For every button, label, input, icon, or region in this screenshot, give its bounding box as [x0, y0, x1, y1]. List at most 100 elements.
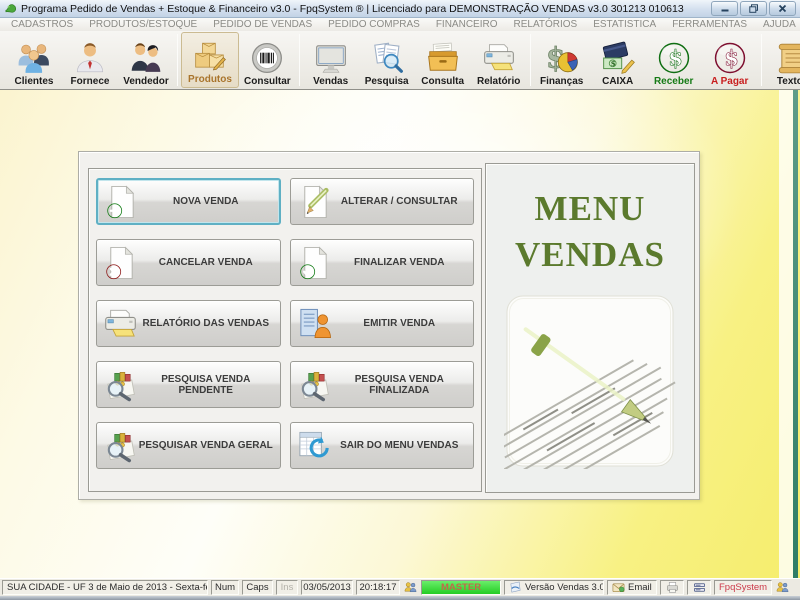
- toolbar-label: Consulta: [421, 76, 464, 87]
- menu-financeiro[interactable]: FINANCEIRO: [428, 19, 506, 30]
- menu-pedido-compras[interactable]: PEDIDO COMPRAS: [320, 19, 428, 30]
- toolbar-group-vendas: Vendas Pesquisa Consulta Relatório: [301, 31, 529, 89]
- toolbar-button-fornece[interactable]: Fornece: [62, 31, 118, 89]
- bottom-window-edge: [0, 596, 800, 600]
- toolbar-label: A Pagar: [711, 76, 748, 87]
- receive-money-icon: [657, 41, 691, 75]
- pesquisa-venda-pendente-button[interactable]: PESQUISA VENDA PENDENTE: [96, 361, 281, 408]
- status-network-button[interactable]: [687, 580, 711, 595]
- toolbar-label: CAIXA: [602, 76, 633, 87]
- panel-title-line1: MENU: [486, 186, 694, 232]
- status-users-icon: [775, 581, 790, 594]
- toolbar-button-vendas[interactable]: Vendas: [303, 31, 359, 89]
- restore-button[interactable]: [740, 1, 767, 16]
- toolbar-group-produtos: Produtos Consultar: [179, 31, 298, 89]
- menu-vendas-panel: NOVA VENDA ALTERAR / CONSULTAR CANCELAR …: [78, 151, 700, 500]
- buttons-grid: NOVA VENDA ALTERAR / CONSULTAR CANCELAR …: [96, 178, 474, 482]
- application-window: Programa Pedido de Vendas + Estoque & Fi…: [0, 0, 800, 600]
- status-location-date: SUA CIDADE - UF 3 de Maio de 2013 - Sext…: [2, 580, 208, 595]
- toolbar-button-pesquisa[interactable]: Pesquisa: [359, 31, 415, 89]
- toolbar-separator: [761, 34, 762, 86]
- menu-pedido-de-vendas[interactable]: PEDIDO DE VENDAS: [205, 19, 320, 30]
- toolbar-button-textos[interactable]: Textos: [765, 31, 800, 89]
- finance-pie-icon: [545, 41, 579, 75]
- toolbar-group-textos: Textos: [763, 31, 800, 89]
- status-caps-lock: Caps: [242, 580, 273, 595]
- toolbar-button-relatorio[interactable]: Relatório: [471, 31, 527, 89]
- right-teal-band: [793, 90, 798, 578]
- printer-icon: [482, 41, 516, 75]
- button-label: ALTERAR / CONSULTAR: [341, 196, 458, 207]
- pen-photo: [504, 293, 676, 469]
- toolbar-button-consulta[interactable]: Consulta: [415, 31, 471, 89]
- toolbar-label: Finanças: [540, 76, 583, 87]
- right-white-band: [779, 90, 793, 578]
- toolbar-label: Textos: [777, 76, 800, 87]
- status-brand: FpqSystem: [714, 580, 772, 595]
- toolbar-button-financas[interactable]: Finanças: [534, 31, 590, 89]
- toolbar-button-a-pagar[interactable]: A Pagar: [702, 31, 758, 89]
- button-label: FINALIZAR VENDA: [354, 257, 445, 268]
- exit-grid-arrow-icon: [297, 428, 332, 463]
- status-printer-button[interactable]: [660, 580, 684, 595]
- file-drawer-icon: [426, 41, 460, 75]
- minimize-button[interactable]: [711, 1, 738, 16]
- status-email-button[interactable]: Email: [607, 580, 657, 595]
- pesquisa-venda-finalizada-button[interactable]: PESQUISA VENDA FINALIZADA: [290, 361, 475, 408]
- menu-ferramentas[interactable]: FERRAMENTAS: [664, 19, 755, 30]
- toolbar-button-produtos[interactable]: Produtos: [181, 32, 239, 88]
- window-controls: [711, 1, 796, 16]
- search-money-icon: [103, 428, 138, 463]
- toolbar-separator: [299, 34, 300, 86]
- statusbar: SUA CIDADE - UF 3 de Maio de 2013 - Sext…: [0, 578, 800, 596]
- button-label: CANCELAR VENDA: [159, 257, 253, 268]
- scroll-icon: [776, 41, 800, 75]
- printer-small-icon: [666, 581, 679, 594]
- pesquisar-venda-geral-button[interactable]: PESQUISAR VENDA GERAL: [96, 422, 281, 469]
- menu-ajuda[interactable]: AJUDA: [755, 19, 800, 30]
- status-insert: Ins: [276, 580, 298, 595]
- close-icon: [778, 4, 787, 13]
- status-num-lock: Num: [211, 580, 239, 595]
- button-label: EMITIR VENDA: [363, 318, 435, 329]
- close-button[interactable]: [769, 1, 796, 16]
- pay-money-icon: [713, 41, 747, 75]
- toolbar-label: Produtos: [188, 74, 232, 85]
- page-pencil-icon: [297, 184, 332, 219]
- finalizar-venda-button[interactable]: FINALIZAR VENDA: [290, 239, 475, 286]
- barcode-icon: [250, 41, 284, 75]
- panel-title-line2: VENDAS: [486, 232, 694, 278]
- toolbar-label: Vendas: [313, 76, 348, 87]
- content-area: NOVA VENDA ALTERAR / CONSULTAR CANCELAR …: [0, 90, 800, 578]
- menu-cadastros[interactable]: CADASTROS: [3, 19, 81, 30]
- nova-venda-button[interactable]: NOVA VENDA: [96, 178, 281, 225]
- toolbar-label: Receber: [654, 76, 693, 87]
- sair-do-menu-vendas-button[interactable]: SAIR DO MENU VENDAS: [290, 422, 475, 469]
- cancelar-venda-button[interactable]: CANCELAR VENDA: [96, 239, 281, 286]
- toolbar-button-clientes[interactable]: Clientes: [6, 31, 62, 89]
- toolbar-group-financeiro: Finanças CAIXA Receber A Pagar: [532, 31, 760, 89]
- alterar-consultar-button[interactable]: ALTERAR / CONSULTAR: [290, 178, 475, 225]
- page-x-icon: [103, 245, 138, 280]
- menu-produtos-estoque[interactable]: PRODUTOS/ESTOQUE: [81, 19, 205, 30]
- toolbar-button-receber[interactable]: Receber: [646, 31, 702, 89]
- page-plus-icon: [104, 184, 139, 219]
- toolbar-button-vendedor[interactable]: Vendedor: [118, 31, 174, 89]
- toolbar-label: Clientes: [15, 76, 54, 87]
- toolbar-label: Vendedor: [123, 76, 169, 87]
- page-check-icon: [297, 245, 332, 280]
- toolbar-group-cadastro: Clientes Fornece Vendedor: [4, 31, 176, 89]
- network-icon: [693, 581, 706, 594]
- emitir-venda-button[interactable]: EMITIR VENDA: [290, 300, 475, 347]
- menubar: CADASTROS PRODUTOS/ESTOQUE PEDIDO DE VEN…: [0, 18, 800, 31]
- menu-estatistica[interactable]: ESTATISTICA: [585, 19, 664, 30]
- version-icon: [509, 581, 522, 594]
- relatorio-das-vendas-button[interactable]: RELATÓRIO DAS VENDAS: [96, 300, 281, 347]
- button-label: RELATÓRIO DAS VENDAS: [143, 318, 270, 329]
- toolbar-button-caixa[interactable]: CAIXA: [590, 31, 646, 89]
- toolbar-label: Relatório: [477, 76, 520, 87]
- status-date: 03/05/2013: [301, 580, 353, 595]
- menu-relatorios[interactable]: RELATÓRIOS: [506, 19, 586, 30]
- toolbar-button-consultar[interactable]: Consultar: [239, 31, 296, 89]
- toolbar-label: Pesquisa: [365, 76, 409, 87]
